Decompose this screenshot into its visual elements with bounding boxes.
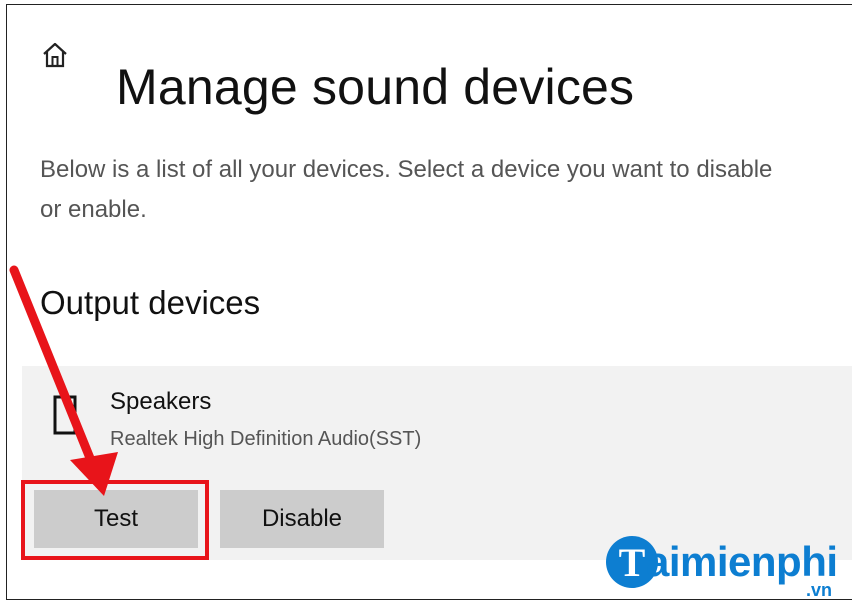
watermark-text: aimienphi — [646, 538, 838, 585]
device-name: Speakers — [110, 388, 212, 415]
device-description: Realtek High Definition Audio(SST) — [110, 428, 422, 450]
watermark-tld: .vn — [806, 580, 833, 600]
output-devices-heading: Output devices — [40, 284, 261, 321]
watermark-logo: T aimienphi .vn — [606, 536, 846, 600]
page-description: Below is a list of all your devices. Sel… — [40, 156, 773, 223]
test-button[interactable]: Test — [34, 490, 198, 548]
page-title: Manage sound devices — [116, 58, 635, 115]
home-icon[interactable] — [40, 40, 70, 70]
disable-button[interactable]: Disable — [220, 490, 384, 548]
speaker-icon — [52, 394, 78, 436]
